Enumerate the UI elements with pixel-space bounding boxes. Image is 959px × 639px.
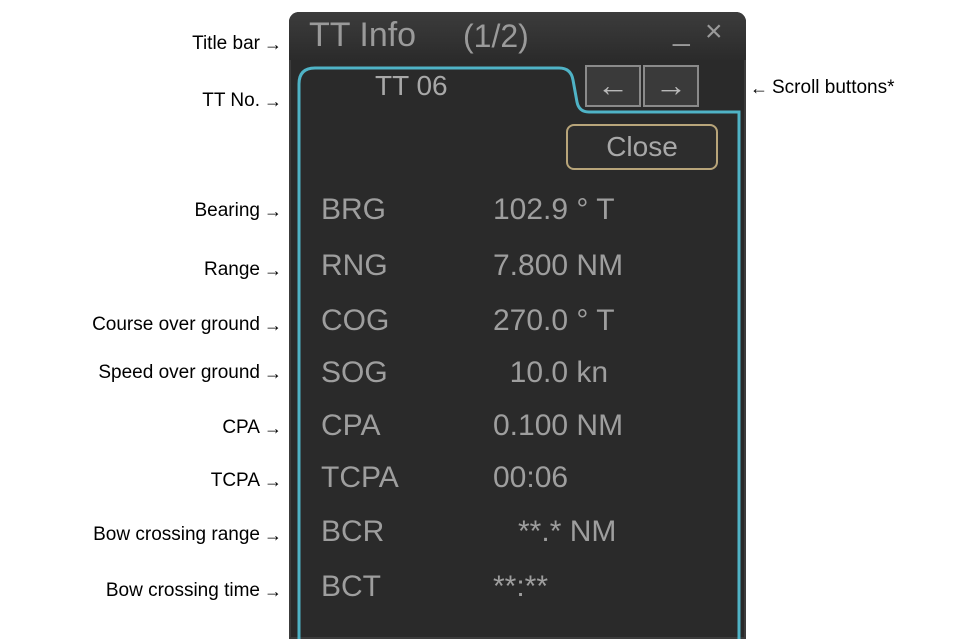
callout-text: TCPA — [210, 470, 260, 491]
close-button[interactable]: Close — [566, 124, 718, 170]
callout-text: CPA — [222, 417, 260, 438]
callout-text: TT No. — [202, 90, 260, 111]
row-label: COG — [321, 304, 390, 337]
scroll-left-button[interactable]: ← — [585, 65, 641, 107]
arrow-right-icon: → — [264, 201, 282, 221]
callout-cpa: CPA → — [222, 417, 282, 439]
row-label: BCR — [321, 515, 385, 548]
arrow-left-icon: ← — [597, 67, 629, 103]
minimize-icon[interactable]: _ — [673, 16, 699, 46]
tt-number-tab[interactable]: TT 06 — [375, 70, 448, 102]
callout-text: Scroll buttons* — [772, 77, 895, 98]
row-label: RNG — [321, 249, 388, 282]
row-value: 00:06 — [493, 461, 569, 494]
row-label: TCPA — [321, 461, 399, 494]
row-value: **.* NM — [493, 515, 617, 548]
row-value: 270.0 ° T — [493, 304, 615, 337]
row-label: CPA — [321, 409, 381, 442]
row-value: 0.100 NM — [493, 409, 624, 442]
arrow-right-icon: → — [264, 525, 282, 545]
row-value: 102.9 ° T — [493, 193, 615, 226]
callout-cog: Course over ground → — [92, 314, 282, 336]
row-value: **:** — [493, 570, 549, 603]
callout-text: Course over ground — [92, 314, 260, 335]
row-label: SOG — [321, 356, 388, 389]
arrow-right-icon: → — [264, 260, 282, 280]
callout-bearing: Bearing → — [195, 200, 283, 222]
callout-bct: Bow crossing time → — [106, 580, 282, 602]
callout-range: Range → — [204, 259, 282, 281]
arrow-right-icon: → — [264, 363, 282, 383]
close-icon[interactable]: × — [705, 17, 729, 47]
callout-tt-no: TT No. → — [202, 90, 282, 112]
arrow-right-icon: → — [655, 67, 687, 103]
callout-scroll-buttons: ← Scroll buttons* — [750, 77, 895, 99]
arrow-right-icon: → — [264, 91, 282, 111]
callout-text: Bow crossing range — [93, 524, 260, 545]
callout-text: Title bar — [192, 33, 260, 54]
arrow-right-icon: → — [264, 471, 282, 491]
tt-info-window: TT Info (1/2) _ × TT 06 ← → Close BRG 10… — [289, 12, 746, 639]
row-value: 7.800 NM — [493, 249, 624, 282]
title-bar[interactable]: TT Info (1/2) _ × — [289, 12, 746, 60]
row-label: BCT — [321, 570, 381, 603]
arrow-right-icon: → — [264, 581, 282, 601]
callout-text: Speed over ground — [98, 362, 260, 383]
callout-text: Bearing — [194, 200, 261, 221]
callout-title-bar: Title bar → — [192, 33, 282, 55]
arrow-right-icon: → — [264, 34, 282, 54]
window-title: TT Info — [309, 16, 417, 54]
arrow-left-icon: ← — [750, 78, 768, 98]
arrow-right-icon: → — [264, 418, 282, 438]
page-indicator: (1/2) — [463, 18, 529, 54]
callout-sog: Speed over ground → — [98, 362, 282, 384]
row-label: BRG — [321, 193, 387, 226]
arrow-right-icon: → — [264, 315, 282, 335]
callout-text: Range — [204, 259, 260, 280]
row-value: 10.0 kn — [493, 356, 609, 389]
scroll-right-button[interactable]: → — [643, 65, 699, 107]
callout-text: Bow crossing time — [105, 580, 260, 601]
callout-bcr: Bow crossing range → — [93, 524, 282, 546]
callout-tcpa: TCPA → — [211, 470, 282, 492]
